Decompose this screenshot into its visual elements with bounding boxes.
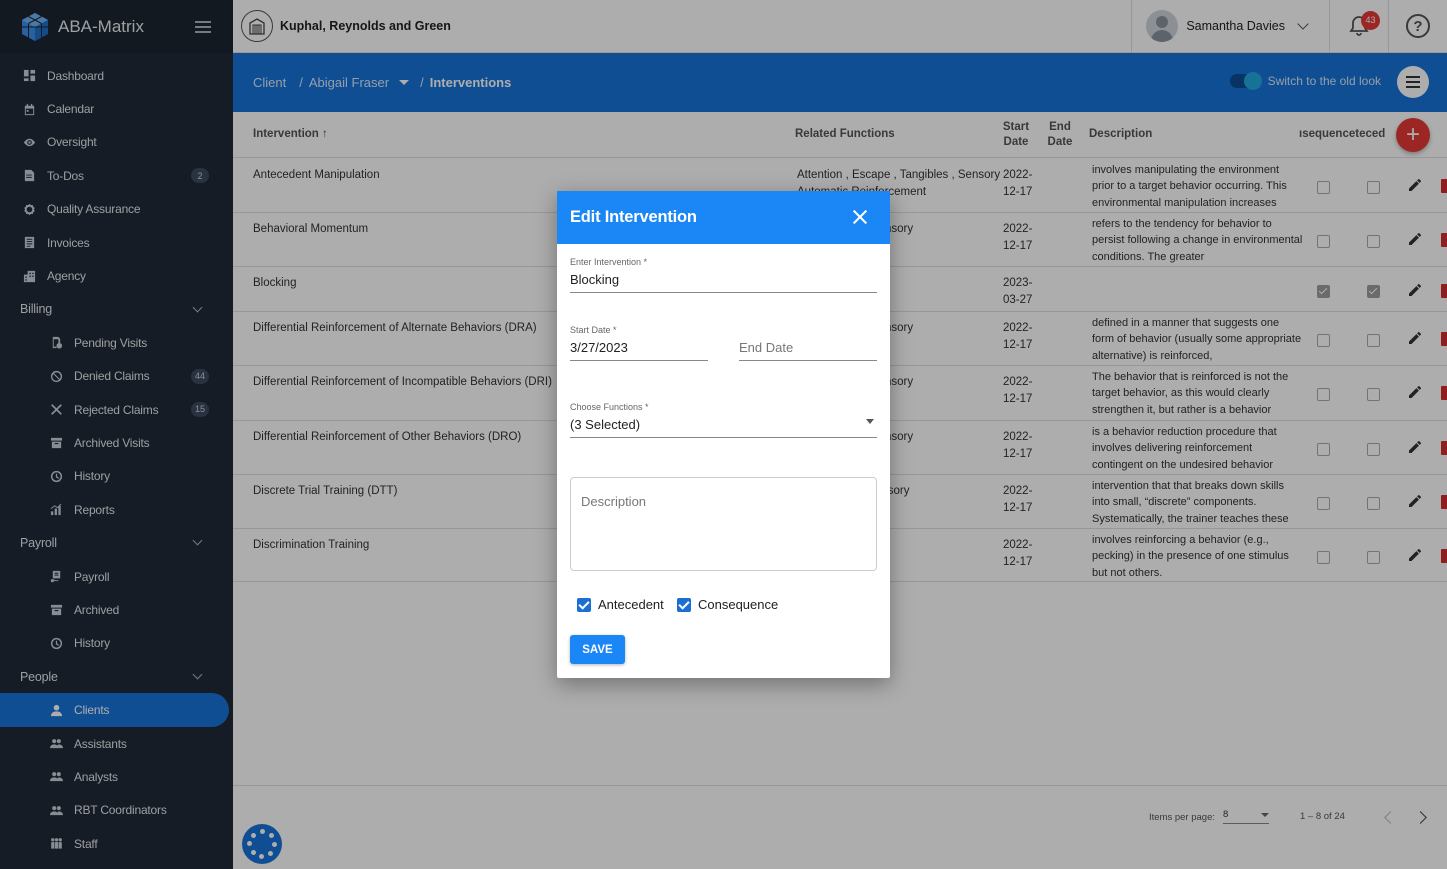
antecedent-checkbox[interactable]: Antecedent bbox=[577, 597, 664, 612]
functions-select[interactable]: (3 Selected) bbox=[570, 417, 877, 438]
checkbox-checked-icon[interactable] bbox=[677, 597, 691, 612]
consequence-checkbox[interactable]: Consequence bbox=[677, 597, 778, 612]
dialog-title: Edit Intervention bbox=[570, 208, 697, 226]
description-textarea[interactable]: Description bbox=[570, 477, 877, 571]
functions-label: Choose Functions * bbox=[570, 402, 649, 412]
intervention-input[interactable]: Blocking bbox=[570, 272, 877, 293]
end-date-field[interactable]: . End Date bbox=[739, 325, 877, 361]
start-date-field[interactable]: Start Date * 3/27/2023 bbox=[570, 325, 708, 361]
functions-field[interactable]: Choose Functions * (3 Selected) bbox=[570, 402, 877, 438]
start-date-input[interactable]: 3/27/2023 bbox=[570, 340, 708, 361]
checkbox-checked-icon[interactable] bbox=[577, 597, 591, 612]
edit-intervention-dialog: Edit Intervention Enter Intervention * B… bbox=[557, 191, 890, 678]
end-date-input[interactable]: End Date bbox=[739, 340, 877, 361]
intervention-field[interactable]: Enter Intervention * Blocking bbox=[570, 257, 877, 293]
start-date-label: Start Date * bbox=[570, 325, 617, 335]
close-icon[interactable] bbox=[852, 209, 868, 225]
antecedent-label: Antecedent bbox=[598, 597, 664, 612]
dialog-header: Edit Intervention bbox=[557, 191, 890, 244]
save-button[interactable]: SAVE bbox=[570, 635, 625, 664]
intervention-label: Enter Intervention * bbox=[570, 257, 648, 267]
dropdown-arrow-icon bbox=[866, 419, 874, 424]
consequence-label: Consequence bbox=[698, 597, 779, 612]
